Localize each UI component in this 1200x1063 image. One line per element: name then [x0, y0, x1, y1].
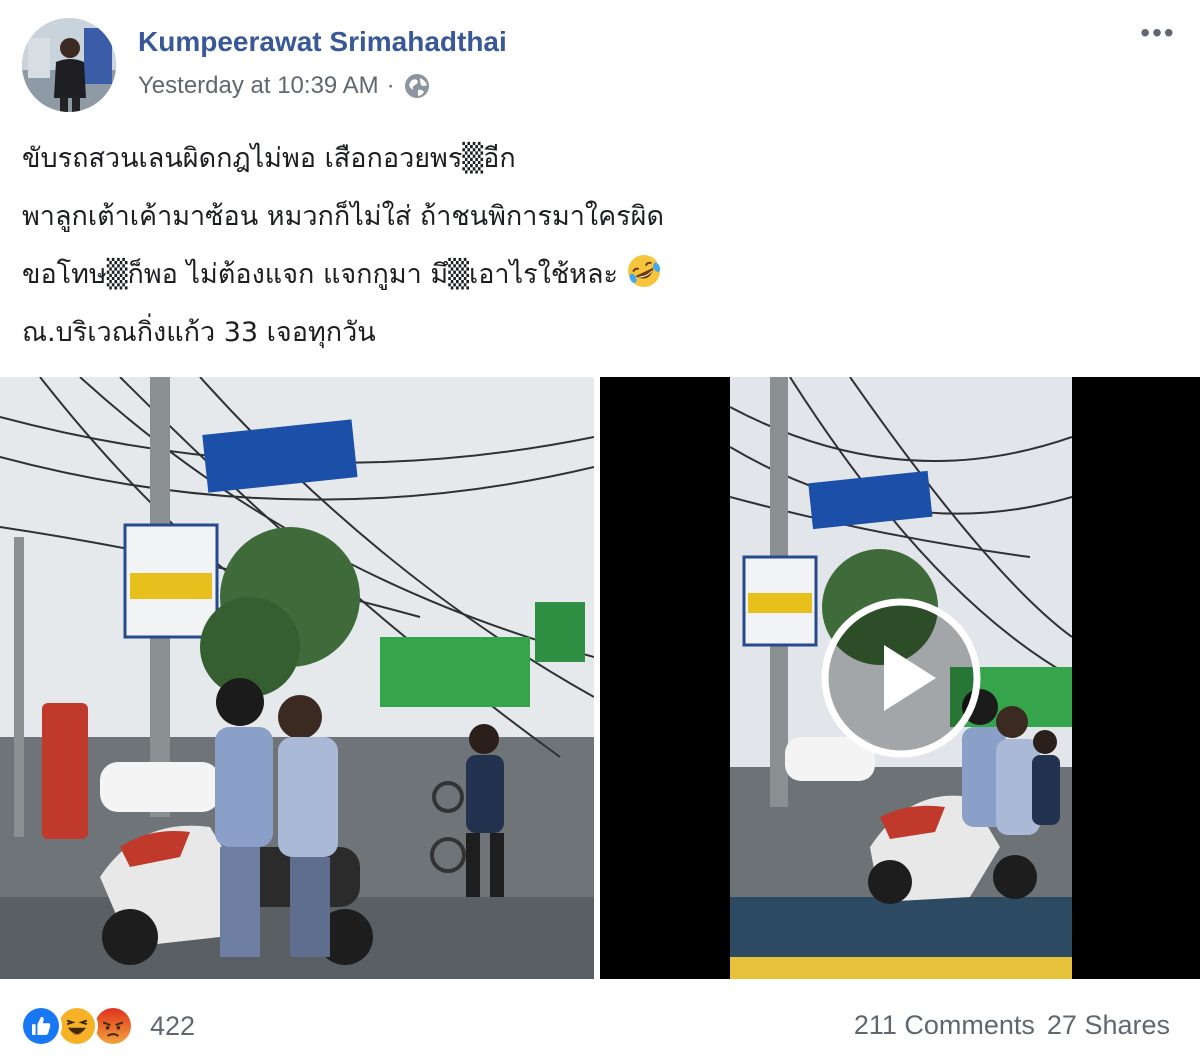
author-avatar[interactable]: [22, 18, 116, 112]
post-line-4: ณ.บริเวณกิ่งแก้ว 33 เจอทุกวัน: [22, 317, 376, 348]
author-name[interactable]: Kumpeerawat Srimahadthai: [138, 26, 507, 58]
haha-reaction-icon: [56, 1005, 98, 1047]
rofl-emoji-icon: [628, 255, 661, 287]
meta-separator: ·: [386, 72, 395, 99]
post-line-3: ขอโทษ▒ก็พอ ไม่ต้องแจก แจกกูมา มึ▒เอาไรใช…: [22, 246, 1182, 304]
post-footer: 422 211 Comments 27 Shares: [0, 990, 1200, 1063]
angry-reaction-icon: [92, 1005, 134, 1047]
post-meta: Yesterday at 10:39 AM ·: [138, 72, 431, 100]
more-options-icon[interactable]: •••: [1136, 18, 1180, 50]
reactions-summary[interactable]: 422: [20, 1005, 195, 1047]
post-line-2: พาลูกเต้าเค้ามาซ้อน หมวกก็ไม่ใส่ ถ้าชนพิ…: [22, 201, 665, 232]
facebook-post: Kumpeerawat Srimahadthai Yesterday at 10…: [0, 0, 1200, 1063]
globe-icon[interactable]: [403, 72, 431, 100]
reaction-count[interactable]: 422: [150, 1011, 195, 1042]
comments-count[interactable]: 211 Comments: [854, 1010, 1035, 1041]
video-player[interactable]: [600, 377, 1200, 979]
post-line-3-text: ขอโทษ▒ก็พอ ไม่ต้องแจก แจกกูมา มึ▒เอาไรใช…: [22, 259, 619, 290]
post-timestamp[interactable]: Yesterday at 10:39 AM: [138, 72, 379, 100]
dashcam-photo[interactable]: [0, 377, 594, 979]
avatar-image: [22, 18, 116, 112]
street-photo-image: [0, 377, 594, 979]
post-message: ขับรถสวนเลนผิดกฎไม่พอ เสือกอวยพร▒อีก พาล…: [22, 130, 1182, 362]
like-reaction-icon: [20, 1005, 62, 1047]
post-media: [0, 377, 1200, 979]
engagement-counts: 211 Comments 27 Shares: [854, 1010, 1170, 1041]
shares-count[interactable]: 27 Shares: [1047, 1010, 1170, 1041]
play-icon[interactable]: [818, 595, 984, 761]
post-line-1: ขับรถสวนเลนผิดกฎไม่พอ เสือกอวยพร▒อีก: [22, 143, 516, 174]
